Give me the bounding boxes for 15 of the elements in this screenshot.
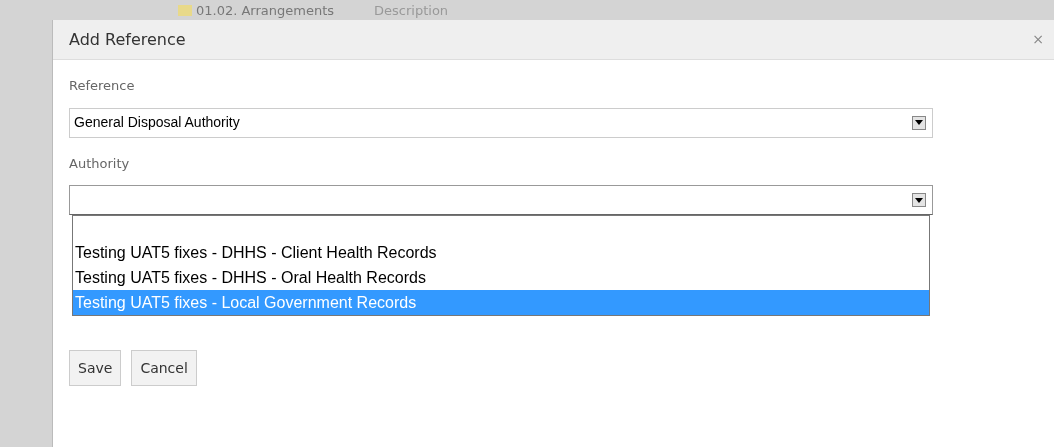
- dialog-title: Add Reference: [69, 28, 186, 51]
- caret-icon: [915, 197, 923, 203]
- folder-icon: [178, 4, 192, 16]
- dialog-button[interactable]: Save: [69, 350, 122, 386]
- dropdown-option[interactable]: Testing UAT5 fixes - DHHS - Oral Health Records: [73, 265, 929, 290]
- select-field[interactable]: General Disposal Authority: [69, 107, 933, 138]
- dropdown-option[interactable]: Testing UAT5 fixes - DHHS - Client Health Records: [73, 240, 929, 265]
- field-label: Reference: [69, 77, 136, 95]
- dropdown-button[interactable]: [912, 115, 926, 130]
- select-field[interactable]: [69, 185, 933, 215]
- dialog-button[interactable]: Cancel: [131, 350, 197, 386]
- column-header: Description: [374, 3, 449, 17]
- dropdown-button[interactable]: [912, 193, 926, 207]
- caret-icon: [915, 120, 923, 125]
- field-label: Authority: [69, 154, 131, 173]
